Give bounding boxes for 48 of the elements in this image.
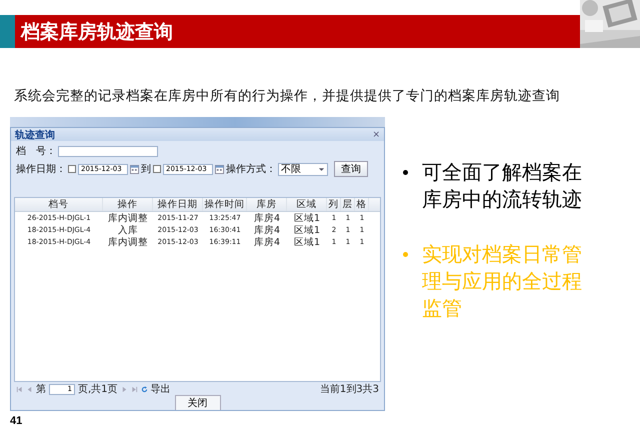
description-text: 系统会完整的记录档案在库房中所有的行为操作，并提供提供了专门的档案库房轨迹查询: [14, 87, 561, 105]
table-cell-text: 库房4: [252, 236, 282, 248]
page-number: 41: [10, 415, 24, 427]
column-header: 档号: [15, 198, 103, 211]
column-header: 层: [341, 198, 355, 211]
bullet-text: 可全面了解档案在库房中的流转轨迹: [422, 159, 583, 213]
field-label: 到: [141, 163, 151, 176]
table-cell-text: 区域1: [292, 224, 322, 236]
close-button[interactable]: 关闭: [174, 395, 220, 410]
calendar-icon[interactable]: [130, 164, 139, 174]
column-header: 库房: [247, 198, 287, 211]
table-cell-text: 库内调整: [107, 236, 149, 248]
field-label: 操作方式：: [226, 162, 276, 176]
calendar-icon[interactable]: [215, 164, 224, 174]
table-cell-text: 区域1: [292, 236, 322, 248]
record-summary: 当前1到3共3: [320, 382, 379, 396]
last-page-icon[interactable]: [130, 386, 138, 392]
column-header: 区域: [287, 198, 327, 211]
slide-title: 档案库房轨迹查询: [21, 20, 173, 44]
column-header: 操作时间: [203, 198, 247, 211]
next-page-icon[interactable]: [120, 386, 128, 392]
page-label: 页,共1页: [78, 382, 118, 396]
field-label: 操作日期：: [16, 162, 66, 176]
column-header: 操作: [103, 198, 153, 211]
bullet-text: 实现对档案日常管理与应用的全过程监管: [422, 241, 583, 322]
table-cell-text: 库房4: [252, 224, 282, 236]
caret-icon: [318, 166, 325, 172]
accent-bar: [0, 15, 15, 48]
table-cell-text: 库房4: [252, 212, 282, 224]
page-label: 第: [36, 383, 46, 396]
checkbox[interactable]: [68, 165, 76, 173]
mode-dropdown[interactable]: 不限: [278, 162, 328, 176]
field-label: 档 号：: [16, 144, 56, 158]
column-header: 列: [327, 198, 341, 211]
export-link[interactable]: 导出: [150, 382, 171, 396]
column-header: 操作日期: [153, 198, 203, 211]
close-button[interactable]: ×: [372, 130, 380, 140]
window-title: 轨迹查询: [15, 128, 55, 142]
search-button[interactable]: 查询: [334, 161, 368, 177]
previous-page-icon[interactable]: [26, 386, 33, 392]
checkbox[interactable]: [153, 165, 161, 173]
table-cell-text: 入库: [117, 224, 139, 236]
table-cell-text: 区域1: [292, 212, 322, 224]
file-number-field[interactable]: [58, 146, 158, 156]
column-header: 格: [355, 198, 369, 211]
first-page-icon[interactable]: [16, 386, 23, 392]
table-cell-text: 库内调整: [107, 212, 149, 224]
refresh-icon[interactable]: [140, 386, 148, 392]
